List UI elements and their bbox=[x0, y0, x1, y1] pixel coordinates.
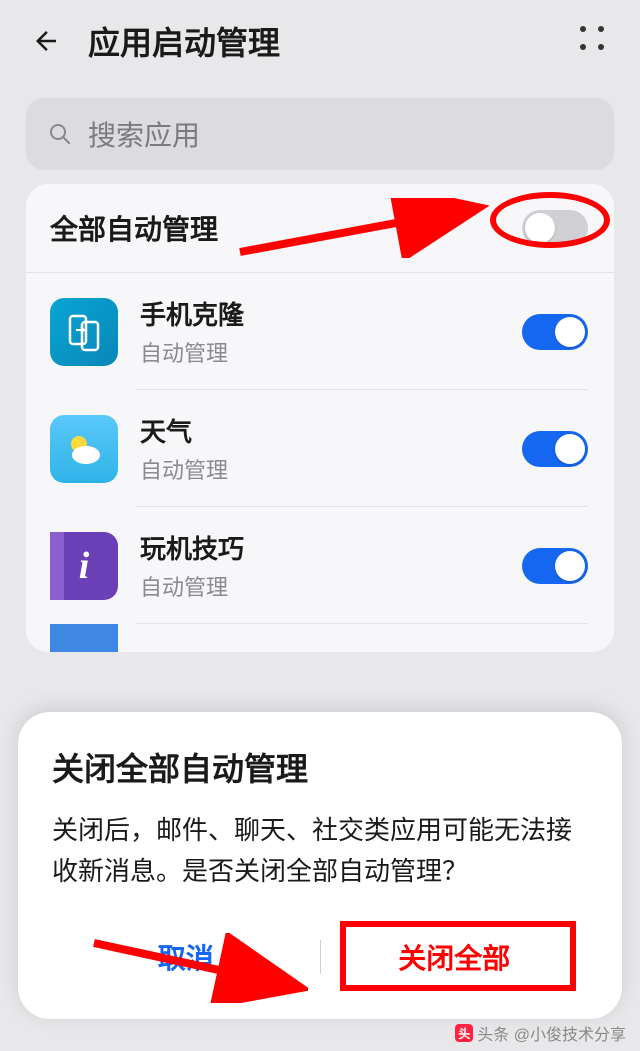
overflow-menu-button[interactable] bbox=[580, 26, 606, 52]
toutiao-logo-icon: 头 bbox=[455, 1024, 473, 1042]
app-name: 天气 bbox=[140, 412, 522, 449]
app-sub: 自动管理 bbox=[140, 453, 522, 485]
app-info: 手机克隆 自动管理 bbox=[140, 295, 522, 368]
confirm-button[interactable]: 关闭全部 bbox=[321, 921, 589, 993]
app-toggle[interactable] bbox=[522, 314, 588, 350]
app-list-card: 全部自动管理 手机克隆 自动管理 天气 自动管理 i 玩机技巧 自动管理 bbox=[26, 184, 614, 652]
master-toggle-label: 全部自动管理 bbox=[50, 208, 218, 248]
master-toggle[interactable] bbox=[522, 210, 588, 246]
app-name: 手机克隆 bbox=[140, 295, 522, 332]
dialog-body: 关闭后，邮件、聊天、社交类应用可能无法接收新消息。是否关闭全部自动管理？ bbox=[52, 810, 588, 891]
search-icon bbox=[48, 122, 72, 146]
dialog-actions: 取消 关闭全部 bbox=[52, 919, 588, 995]
page-title: 应用启动管理 bbox=[88, 18, 280, 64]
app-row-partial[interactable] bbox=[26, 624, 614, 652]
arrow-left-icon bbox=[31, 26, 61, 56]
app-row-tips[interactable]: i 玩机技巧 自动管理 bbox=[26, 507, 614, 624]
cancel-button[interactable]: 取消 bbox=[52, 921, 320, 993]
app-sub: 自动管理 bbox=[140, 570, 522, 602]
app-icon-partial bbox=[50, 624, 118, 652]
app-row-clone[interactable]: 手机克隆 自动管理 bbox=[26, 273, 614, 390]
search-placeholder: 搜索应用 bbox=[88, 114, 200, 154]
confirm-dialog: 关闭全部自动管理 关闭后，邮件、聊天、社交类应用可能无法接收新消息。是否关闭全部… bbox=[18, 712, 622, 1019]
app-sub: 自动管理 bbox=[140, 336, 522, 368]
app-info: 天气 自动管理 bbox=[140, 412, 522, 485]
app-row-weather[interactable]: 天气 自动管理 bbox=[26, 390, 614, 507]
back-button[interactable] bbox=[28, 23, 64, 59]
app-toggle[interactable] bbox=[522, 548, 588, 584]
app-info: 玩机技巧 自动管理 bbox=[140, 529, 522, 602]
app-toggle[interactable] bbox=[522, 431, 588, 467]
app-name: 玩机技巧 bbox=[140, 529, 522, 566]
footer-credit: 头 头条 @小俊技术分享 bbox=[455, 1021, 626, 1045]
search-input[interactable]: 搜索应用 bbox=[26, 98, 614, 170]
page-header: 应用启动管理 bbox=[0, 0, 640, 80]
phone-clone-icon bbox=[50, 298, 118, 366]
dialog-title: 关闭全部自动管理 bbox=[52, 744, 588, 790]
master-toggle-row: 全部自动管理 bbox=[26, 184, 614, 273]
tips-icon: i bbox=[50, 532, 118, 600]
credit-text: 头条 @小俊技术分享 bbox=[477, 1021, 626, 1045]
weather-icon bbox=[50, 415, 118, 483]
